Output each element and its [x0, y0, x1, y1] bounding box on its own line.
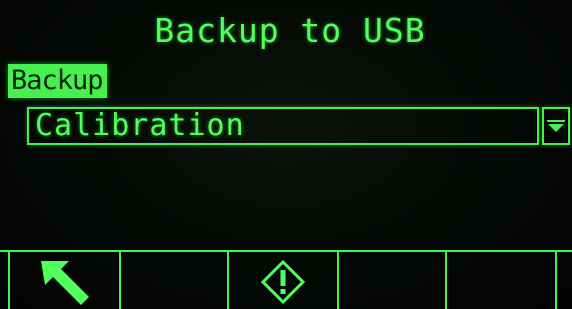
dropdown-arrow-button[interactable] [542, 107, 570, 145]
softkey-escape[interactable] [8, 252, 121, 309]
softkey-5[interactable] [447, 252, 557, 309]
softkey-4[interactable] [339, 252, 447, 309]
escape-arrow-icon [40, 260, 89, 305]
backup-field-label: Backup [8, 64, 107, 98]
softkey-bar [0, 250, 572, 309]
start-icon [260, 259, 306, 304]
screen-title: Backup to USB [154, 11, 426, 50]
triangle-down-icon [547, 120, 565, 132]
terminal-screen: Backup to USB Backup Calibration [0, 0, 572, 309]
backup-dropdown-value: Calibration [35, 108, 245, 143]
backup-dropdown[interactable]: Calibration [27, 107, 539, 145]
softkey-start[interactable] [229, 252, 339, 309]
softkey-2[interactable] [121, 252, 229, 309]
softkey-6[interactable] [557, 252, 572, 309]
